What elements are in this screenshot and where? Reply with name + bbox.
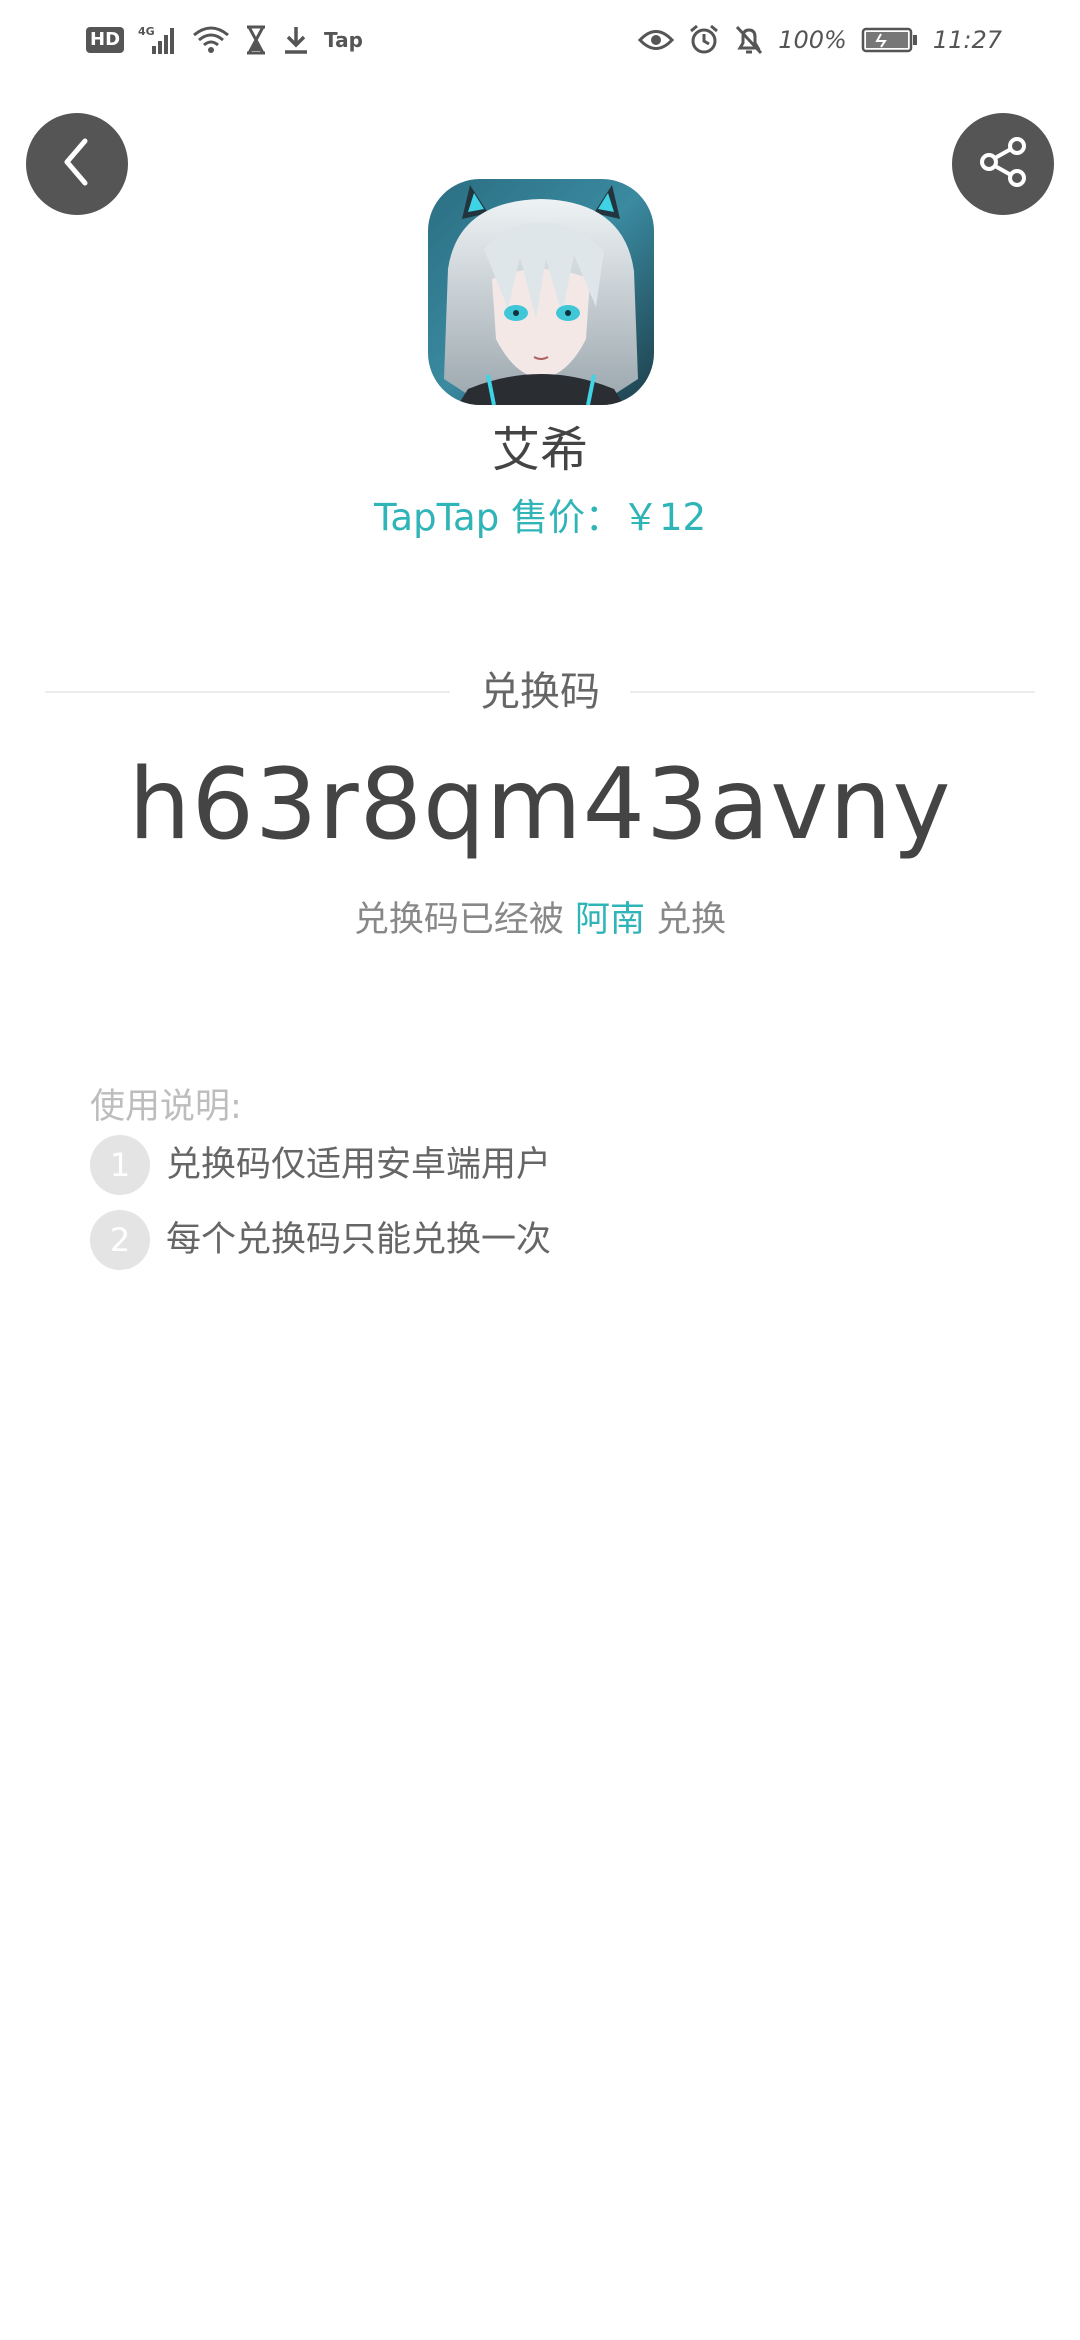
share-icon [975, 134, 1031, 194]
game-title: 艾希 [491, 422, 588, 478]
wifi-icon [192, 25, 230, 55]
alarm-icon [688, 24, 720, 56]
hourglass-icon [244, 25, 268, 55]
bell-off-icon [734, 24, 764, 56]
redeem-status-suffix: 兑换 [645, 900, 727, 940]
status-bar: HD 4G Tap 100% 11:27 [0, 0, 1080, 80]
instruction-text: 每个兑换码只能兑换一次 [166, 1220, 552, 1260]
code-section-label: 兑换码 [480, 669, 600, 715]
battery-icon [861, 26, 919, 54]
redeem-status: 兑换码已经被 阿南 兑换 [0, 895, 1080, 945]
redeem-code[interactable]: h63r8qm43avny [0, 745, 1080, 865]
divider-right [630, 691, 1035, 693]
instruction-number-badge: 2 [90, 1210, 150, 1270]
instruction-number-badge: 1 [90, 1135, 150, 1195]
hd-badge: HD [86, 27, 125, 53]
code-section-header: 兑换码 [45, 665, 1035, 719]
tap-icon: Tap [324, 28, 363, 52]
instruction-item: 1 兑换码仅适用安卓端用户 [90, 1135, 551, 1195]
chevron-left-icon [57, 137, 97, 191]
status-left: HD 4G Tap [86, 22, 363, 58]
network-type-label: 4G [138, 25, 155, 38]
instructions-title: 使用说明: [90, 1087, 242, 1127]
game-icon [428, 179, 654, 405]
status-right: 100% 11:27 [638, 22, 1002, 58]
eye-icon [638, 27, 675, 53]
redeemed-by-user-link[interactable]: 阿南 [575, 900, 645, 940]
redeem-status-prefix: 兑换码已经被 [353, 900, 575, 940]
battery-percent: 100% [778, 26, 847, 54]
share-button[interactable] [952, 113, 1054, 215]
divider-left [45, 691, 450, 693]
download-icon [282, 25, 310, 55]
signal-icon: 4G [138, 24, 178, 56]
game-price: TapTap 售价：￥12 [373, 496, 707, 539]
instruction-item: 2 每个兑换码只能兑换一次 [90, 1210, 551, 1270]
back-button[interactable] [26, 113, 128, 215]
instruction-text: 兑换码仅适用安卓端用户 [166, 1145, 552, 1185]
clock: 11:27 [932, 26, 1002, 54]
